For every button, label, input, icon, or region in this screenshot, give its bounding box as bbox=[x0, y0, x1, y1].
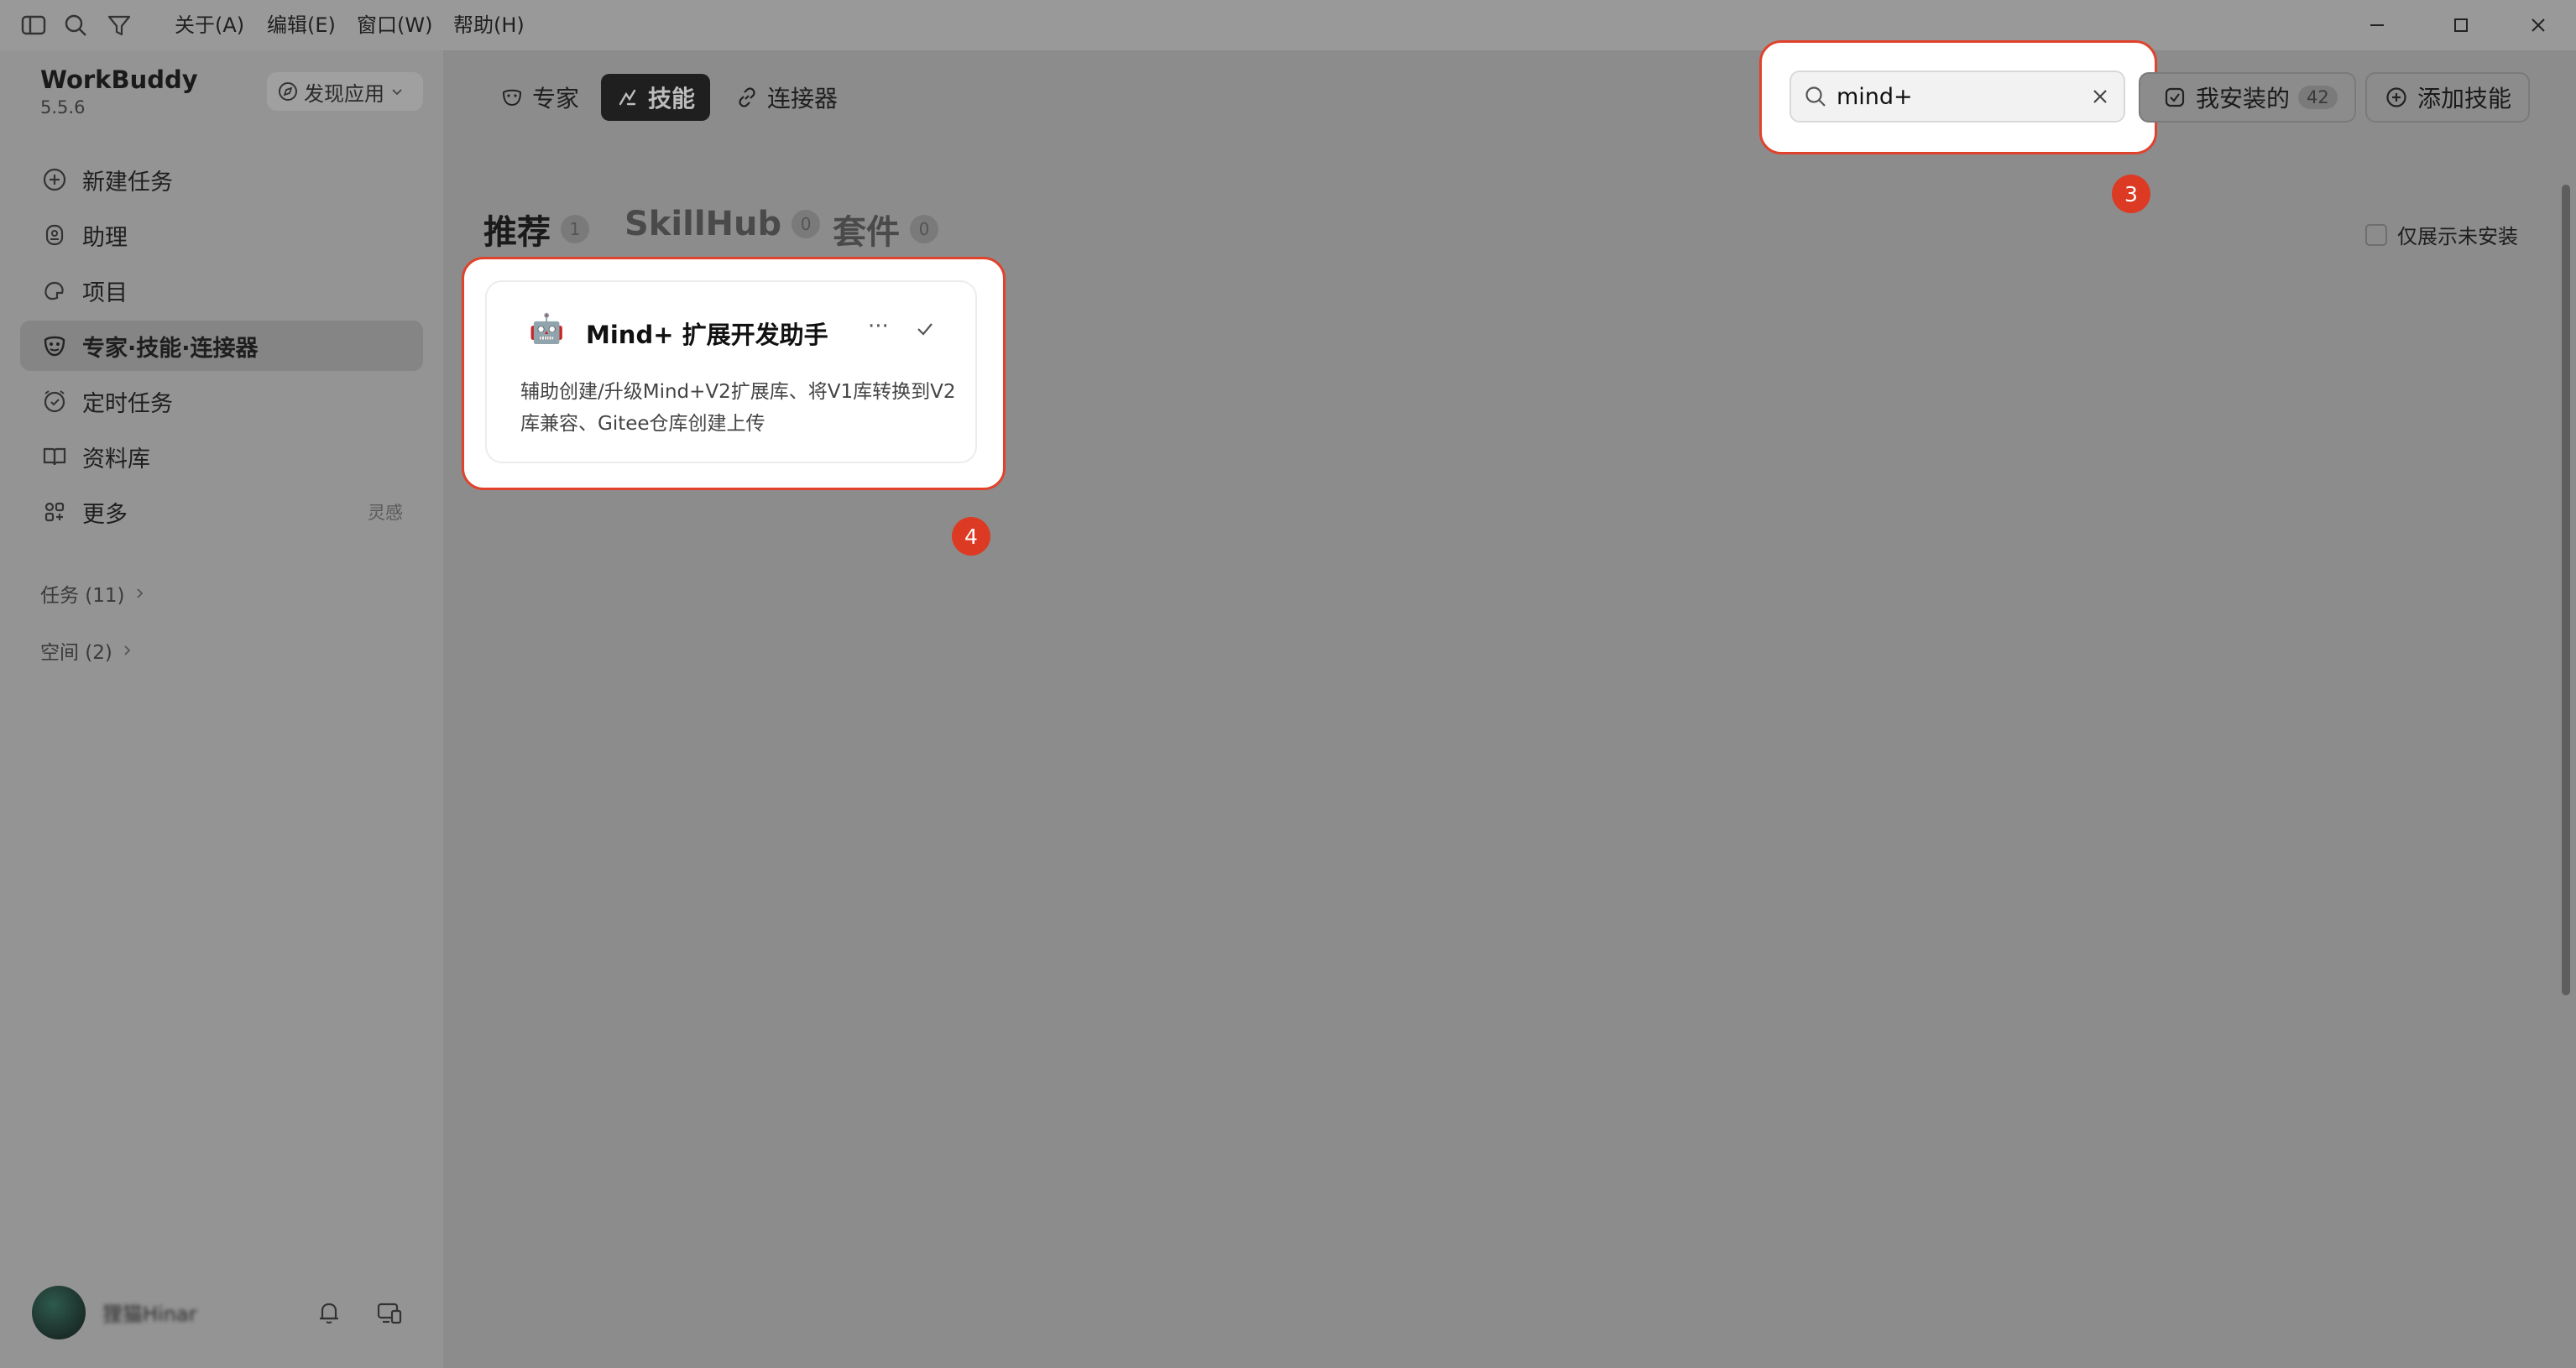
category-label: 套件 bbox=[833, 213, 900, 252]
installed-count: 42 bbox=[2298, 86, 2338, 109]
tab-label: 连接器 bbox=[767, 85, 839, 112]
maximize-button[interactable] bbox=[2446, 10, 2476, 40]
sidebar-item-label: 新建任务 bbox=[82, 169, 173, 196]
category-skillhub[interactable]: SkillHub 0 bbox=[624, 205, 821, 243]
category-label: 推荐 bbox=[483, 213, 551, 252]
mask-icon bbox=[502, 89, 522, 107]
sidebar-item-label: 资料库 bbox=[82, 446, 150, 473]
category-suites[interactable]: 套件 0 bbox=[833, 205, 938, 253]
chevron-right-icon bbox=[136, 588, 143, 598]
annotation-badge-4: 4 bbox=[952, 517, 990, 556]
annotation-badge-3: 3 bbox=[2112, 175, 2150, 213]
plus-circle-icon bbox=[2386, 87, 2406, 107]
sidebar-item-assistant[interactable]: 助理 bbox=[20, 210, 423, 260]
app-version: 5.5.6 bbox=[40, 97, 86, 117]
sidebar-item-library[interactable]: 资料库 bbox=[20, 431, 423, 482]
close-button[interactable] bbox=[2523, 10, 2553, 40]
add-skill-label: 添加技能 bbox=[2417, 85, 2512, 112]
menu-help[interactable]: 帮助(H) bbox=[453, 12, 525, 39]
tab-label: 技能 bbox=[648, 85, 696, 112]
sidebar-item-new-task[interactable]: 新建任务 bbox=[20, 154, 423, 205]
tasks-section-toggle[interactable]: 任务 (11) bbox=[40, 579, 147, 608]
category-count: 1 bbox=[561, 215, 589, 243]
grid-icon bbox=[44, 502, 65, 522]
alarm-icon bbox=[44, 390, 65, 413]
project-icon bbox=[44, 281, 64, 300]
menu-window[interactable]: 窗口(W) bbox=[357, 12, 432, 39]
more-options-button[interactable]: ··· bbox=[868, 314, 889, 339]
category-count: 0 bbox=[910, 215, 938, 243]
search-input[interactable] bbox=[1837, 83, 2072, 110]
spaces-section-toggle[interactable]: 空间 (2) bbox=[40, 636, 134, 665]
sidebar-item-project[interactable]: 项目 bbox=[20, 265, 423, 316]
sidebar-item-label: 助理 bbox=[82, 224, 128, 251]
robot-icon: 🤖 bbox=[529, 312, 565, 346]
discover-apps-label: 发现应用 bbox=[304, 81, 384, 106]
plus-circle-icon bbox=[43, 168, 66, 191]
tab-skills[interactable]: 技能 bbox=[601, 74, 711, 121]
sidebar-item-label: 定时任务 bbox=[82, 390, 173, 417]
chevron-down-icon bbox=[392, 89, 402, 96]
clear-search-icon[interactable] bbox=[2088, 85, 2112, 108]
skill-icon bbox=[619, 89, 636, 106]
tasks-section-label: 任务 (11) bbox=[40, 585, 125, 607]
tab-experts[interactable]: 专家 bbox=[485, 74, 594, 121]
sidebar-item-experts-skills-connectors[interactable]: 专家·技能·连接器 bbox=[20, 321, 423, 371]
inspiration-label[interactable]: 灵感 bbox=[368, 499, 403, 525]
search-icon bbox=[1805, 86, 1826, 107]
skill-card-description: 辅助创建/升级Mind+V2扩展库、将V1库转换到V2库兼容、Gitee仓库创建… bbox=[520, 381, 956, 435]
sidebar-toggle-icon[interactable] bbox=[20, 12, 47, 39]
filter-icon[interactable] bbox=[106, 12, 133, 39]
tab-connectors[interactable]: 连接器 bbox=[720, 74, 853, 121]
check-icon[interactable] bbox=[913, 317, 937, 341]
app-name: WorkBuddy bbox=[40, 65, 198, 94]
expert-icon bbox=[44, 336, 65, 357]
sidebar-item-label: 更多 bbox=[82, 501, 128, 528]
title-bar: 关于(A) 编辑(E) 窗口(W) 帮助(H) bbox=[0, 0, 2576, 50]
category-recommended[interactable]: 推荐 1 bbox=[483, 205, 589, 253]
spaces-section-label: 空间 (2) bbox=[40, 642, 112, 664]
skill-card[interactable]: 🤖 Mind+ 扩展开发助手 ··· 辅助创建/升级Mind+V2扩展库、将V1… bbox=[485, 280, 977, 463]
devices-icon[interactable] bbox=[374, 1298, 405, 1328]
main-content bbox=[443, 50, 2576, 1368]
chevron-right-icon bbox=[124, 645, 131, 655]
discover-apps-button[interactable]: 发现应用 bbox=[267, 72, 423, 111]
category-count: 0 bbox=[792, 210, 821, 238]
user-name[interactable]: 狸猫Hinar bbox=[102, 1298, 197, 1327]
vertical-scrollbar[interactable] bbox=[2562, 185, 2570, 995]
category-label: SkillHub bbox=[624, 205, 782, 243]
sidebar-item-label: 专家·技能·连接器 bbox=[82, 335, 259, 362]
book-icon bbox=[43, 447, 66, 466]
avatar[interactable] bbox=[32, 1286, 86, 1339]
installed-check-icon bbox=[2165, 87, 2185, 107]
sidebar-item-label: 项目 bbox=[82, 279, 128, 306]
my-installed-label: 我安装的 bbox=[2196, 85, 2291, 112]
sidebar-item-scheduled-tasks[interactable]: 定时任务 bbox=[20, 376, 423, 426]
compass-icon bbox=[279, 82, 297, 101]
bell-icon[interactable] bbox=[314, 1298, 344, 1328]
tab-label: 专家 bbox=[532, 85, 580, 112]
menu-about[interactable]: 关于(A) bbox=[175, 12, 244, 39]
only-uninstalled-filter[interactable]: 仅展示未安装 bbox=[2365, 220, 2518, 249]
only-uninstalled-label: 仅展示未安装 bbox=[2397, 225, 2518, 248]
add-skill-button[interactable]: 添加技能 bbox=[2365, 72, 2531, 123]
link-icon bbox=[739, 87, 755, 107]
skill-search-box[interactable] bbox=[1790, 70, 2125, 123]
minimize-button[interactable] bbox=[2362, 10, 2392, 40]
sidebar-item-more[interactable]: 更多 灵感 bbox=[20, 487, 423, 537]
skill-card-title: Mind+ 扩展开发助手 bbox=[586, 321, 828, 349]
menu-edit[interactable]: 编辑(E) bbox=[267, 12, 336, 39]
only-uninstalled-checkbox[interactable] bbox=[2365, 223, 2387, 246]
assistant-icon bbox=[45, 224, 64, 246]
search-icon[interactable] bbox=[62, 12, 89, 39]
my-installed-button[interactable]: 我安装的 42 bbox=[2139, 72, 2356, 123]
